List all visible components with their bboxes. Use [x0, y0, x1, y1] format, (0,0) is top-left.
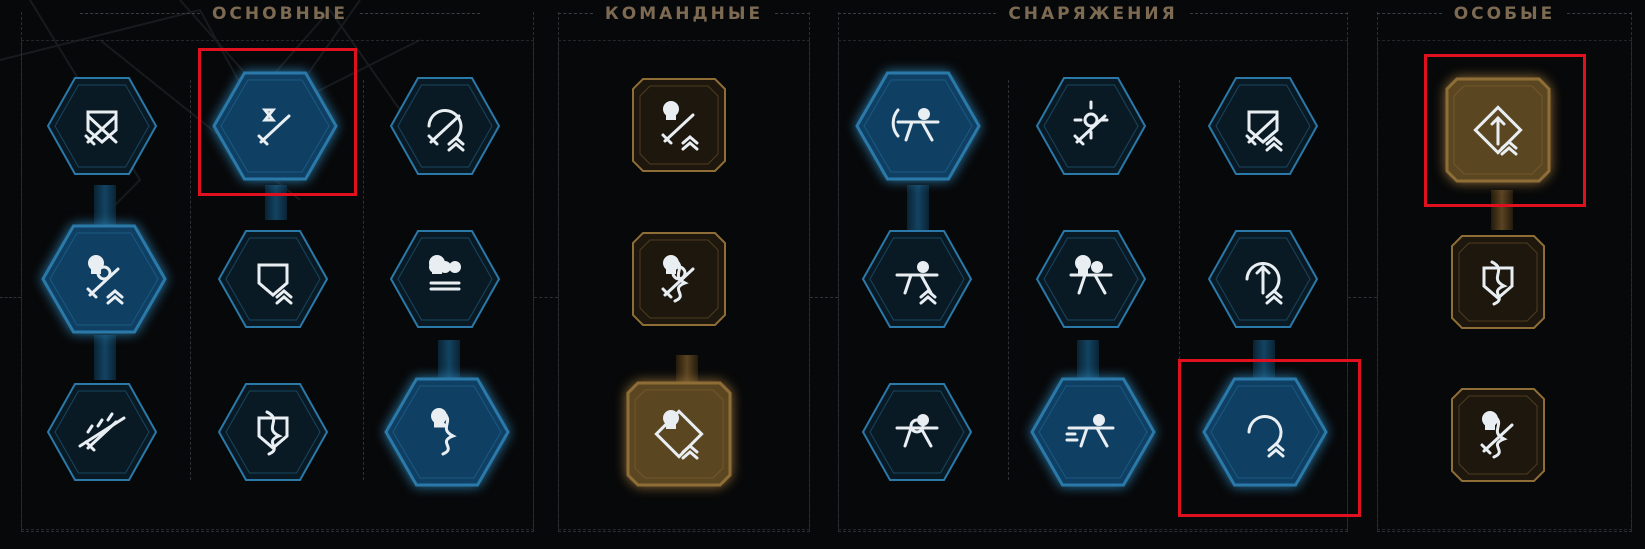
rank-cycle-icon — [1202, 377, 1328, 487]
cycle-arrow-rank-icon — [1207, 230, 1319, 328]
skill-node-team-3[interactable] — [626, 381, 732, 487]
shield-rank-blade-icon — [1207, 77, 1319, 175]
skill-node-basic-4[interactable] — [41, 224, 167, 334]
skill-node-equipment-6[interactable] — [1207, 230, 1319, 328]
skill-node-basic-3[interactable] — [389, 77, 501, 175]
skull-helix-hourglass-icon — [384, 377, 510, 487]
skill-link — [907, 185, 929, 230]
column-divider — [363, 80, 364, 480]
target-burst-spear-icon — [1035, 77, 1147, 175]
skill-node-equipment-1[interactable] — [855, 71, 981, 181]
skill-node-team-1[interactable] — [632, 78, 726, 172]
section-connector — [0, 297, 21, 298]
skull-diamond-rank-icon — [626, 381, 732, 487]
skill-link — [94, 335, 116, 380]
skill-node-special-1[interactable] — [1445, 77, 1551, 183]
skill-link — [1491, 190, 1513, 230]
dna-helix-shield-icon — [1451, 235, 1545, 329]
skull-target-blade-rank-icon — [41, 224, 167, 334]
section-title-equipment: СНАРЯЖЕНИЯ — [1008, 4, 1178, 24]
section-connector — [810, 297, 838, 298]
shield-rank-icon — [217, 230, 329, 328]
section-connector — [534, 297, 558, 298]
section-header-team: КОМАНДНЫЕ — [558, 4, 810, 24]
skill-node-equipment-9[interactable] — [1202, 377, 1328, 487]
skill-node-basic-8[interactable] — [217, 383, 329, 481]
section-connector — [1348, 297, 1377, 298]
skill-node-special-3[interactable] — [1451, 388, 1545, 482]
skull-target-blade-helix-icon — [632, 232, 726, 326]
soldier-bow-icon — [855, 71, 981, 181]
column-divider — [1179, 80, 1180, 480]
soldier-rush-icon — [1030, 377, 1156, 487]
column-divider — [190, 80, 191, 480]
serrated-blade-icon — [46, 383, 158, 481]
blade-hourglass-icon — [212, 71, 338, 181]
skill-node-equipment-5[interactable] — [1035, 230, 1147, 328]
skill-node-equipment-8[interactable] — [1030, 377, 1156, 487]
skill-link — [676, 355, 698, 385]
skill-node-basic-9[interactable] — [384, 377, 510, 487]
diamond-arrow-rank-icon — [1445, 77, 1551, 183]
header-line — [558, 13, 593, 15]
skull-blade-rank-icon — [632, 78, 726, 172]
soldier-target-icon — [861, 383, 973, 481]
skill-node-equipment-7[interactable] — [861, 383, 973, 481]
squad-skulls-grid-icon — [389, 230, 501, 328]
skill-link — [1253, 340, 1275, 380]
section-title-special: ОСОБЫЕ — [1453, 4, 1556, 24]
skill-node-equipment-3[interactable] — [1207, 77, 1319, 175]
section-header-basic: ОСНОВНЫЕ — [80, 4, 480, 24]
blade-cycle-rank-icon — [389, 77, 501, 175]
skull-blade-helix-icon — [1451, 388, 1545, 482]
skill-node-basic-1[interactable] — [46, 77, 158, 175]
skill-node-team-2[interactable] — [632, 232, 726, 326]
soldier-rank-icon — [861, 230, 973, 328]
section-header-equipment: СНАРЯЖЕНИЯ — [838, 4, 1349, 24]
header-line — [360, 13, 480, 15]
skill-node-basic-7[interactable] — [46, 383, 158, 481]
dna-helix-shield-icon — [217, 383, 329, 481]
skill-node-equipment-4[interactable] — [861, 230, 973, 328]
header-line — [1567, 13, 1633, 15]
skill-node-basic-2[interactable] — [212, 71, 338, 181]
skill-link — [94, 185, 116, 230]
crossed-blades-shield-icon — [46, 77, 158, 175]
header-line — [838, 13, 997, 15]
header-line — [775, 13, 810, 15]
soldier-skull-icon — [1035, 230, 1147, 328]
header-line — [80, 13, 200, 15]
section-title-basic: ОСНОВНЫЕ — [211, 4, 349, 24]
skill-link — [265, 185, 287, 220]
header-line — [1189, 13, 1349, 15]
skill-node-basic-5[interactable] — [217, 230, 329, 328]
column-divider — [1008, 80, 1009, 480]
skill-node-special-2[interactable] — [1451, 235, 1545, 329]
section-header-special: ОСОБЫЕ — [1377, 4, 1633, 24]
skill-node-equipment-2[interactable] — [1035, 77, 1147, 175]
skill-node-basic-6[interactable] — [389, 230, 501, 328]
section-title-team: КОМАНДНЫЕ — [604, 4, 764, 24]
header-line — [1377, 13, 1442, 15]
